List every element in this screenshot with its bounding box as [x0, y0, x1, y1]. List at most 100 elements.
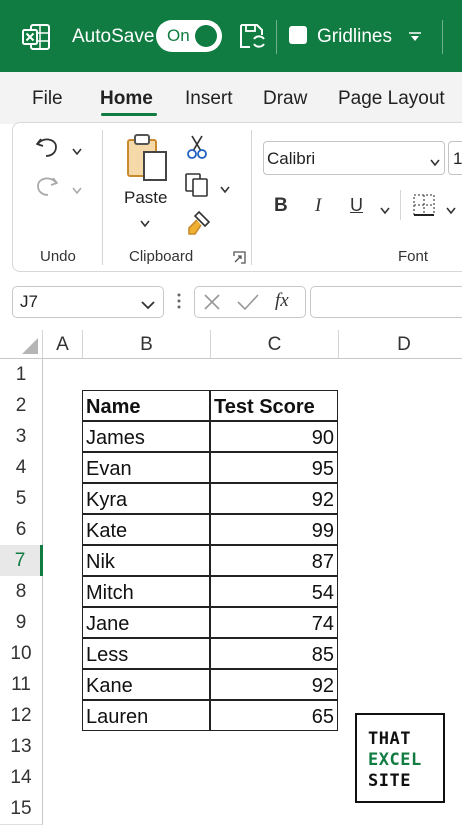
table-header-score[interactable]: Test Score [210, 390, 338, 421]
ribbon-separator [400, 190, 401, 220]
borders-icon[interactable] [412, 193, 436, 222]
autosave-state: On [167, 26, 190, 45]
row-header-selected[interactable]: 7 [0, 545, 43, 577]
customize-dropdown-icon[interactable] [408, 30, 422, 48]
insert-function-button[interactable]: fx [275, 290, 289, 312]
row-header[interactable]: 3 [0, 421, 43, 453]
row-header[interactable]: 12 [0, 700, 43, 732]
ribbon-tabs: File Home Insert Draw Page Layout [0, 72, 462, 124]
table-cell-name[interactable]: Kyra [82, 483, 210, 514]
more-options-icon[interactable] [176, 292, 182, 315]
undo-icon[interactable] [34, 133, 60, 164]
logo-line-1: THAT [368, 729, 411, 749]
format-painter-icon[interactable] [185, 210, 211, 241]
table-header-name[interactable]: Name [82, 390, 210, 421]
row-header[interactable]: 2 [0, 390, 43, 422]
table-cell-name[interactable]: Nik [82, 545, 210, 576]
group-label-clipboard: Clipboard [129, 248, 194, 265]
save-sync-icon[interactable] [238, 22, 266, 55]
ribbon-separator [251, 130, 252, 265]
table-cell-name[interactable]: Jane [82, 607, 210, 638]
tab-draw[interactable]: Draw [263, 88, 307, 110]
table-cell-score[interactable]: 65 [210, 700, 338, 731]
titlebar-separator [442, 20, 443, 54]
row-header[interactable]: 1 [0, 359, 43, 391]
cancel-icon[interactable] [203, 293, 221, 316]
tab-page-layout[interactable]: Page Layout [338, 88, 445, 110]
toggle-knob [195, 25, 217, 47]
title-bar: AutoSave On Gridlines [0, 0, 462, 72]
tab-file[interactable]: File [32, 88, 63, 110]
chevron-down-icon [141, 297, 155, 315]
name-box-value: J7 [20, 292, 38, 311]
tab-insert[interactable]: Insert [185, 88, 233, 110]
row-header[interactable]: 11 [0, 669, 43, 701]
autosave-toggle[interactable]: On [156, 20, 222, 52]
undo-dropdown-icon[interactable] [72, 143, 82, 161]
redo-dropdown-icon[interactable] [72, 182, 82, 200]
table-cell-score[interactable]: 74 [210, 607, 338, 638]
italic-button[interactable]: I [315, 195, 321, 217]
row-header[interactable]: 9 [0, 607, 43, 639]
row-header[interactable]: 5 [0, 483, 43, 515]
row-header[interactable]: 4 [0, 452, 43, 484]
gridlines-checkbox[interactable] [289, 26, 307, 44]
table-cell-name[interactable]: Kate [82, 514, 210, 545]
dialog-launcher-icon[interactable] [233, 251, 246, 269]
font-size-value: 1 [453, 149, 462, 168]
table-cell-name[interactable]: Kane [82, 669, 210, 700]
table-cell-score[interactable]: 92 [210, 669, 338, 700]
font-size-dropdown[interactable]: 1 [448, 141, 462, 175]
table-cell-name[interactable]: Lauren [82, 700, 210, 731]
logo-line-2: EXCEL [368, 750, 422, 770]
row-header[interactable]: 8 [0, 576, 43, 608]
excel-logo-icon[interactable] [22, 24, 50, 55]
table-cell-score[interactable]: 87 [210, 545, 338, 576]
table-cell-score[interactable]: 99 [210, 514, 338, 545]
row-header[interactable]: 15 [0, 793, 43, 825]
paste-button-label[interactable]: Paste [124, 188, 167, 208]
row-header[interactable]: 14 [0, 762, 43, 794]
row-header[interactable]: 13 [0, 731, 43, 763]
column-header-b[interactable]: B [83, 330, 211, 359]
redo-icon[interactable] [34, 172, 60, 203]
table-cell-score[interactable]: 95 [210, 452, 338, 483]
table-cell-score[interactable]: 54 [210, 576, 338, 607]
bold-button[interactable]: B [274, 195, 288, 217]
font-name-value: Calibri [267, 149, 316, 168]
copy-icon[interactable] [184, 172, 210, 203]
font-name-dropdown[interactable]: Calibri [263, 141, 445, 175]
that-excel-site-logo: THAT EXCEL SITE [355, 713, 445, 803]
table-cell-score[interactable]: 90 [210, 421, 338, 452]
table-cell-name[interactable]: James [82, 421, 210, 452]
name-box[interactable]: J7 [12, 286, 164, 318]
row-header[interactable]: 10 [0, 638, 43, 670]
table-cell-name[interactable]: Evan [82, 452, 210, 483]
paste-icon[interactable] [124, 132, 170, 189]
autosave-label: AutoSave [72, 26, 155, 47]
enter-icon[interactable] [237, 293, 259, 316]
select-all-corner[interactable] [0, 330, 43, 359]
table-cell-name[interactable]: Mitch [82, 576, 210, 607]
underline-dropdown-icon[interactable] [380, 202, 390, 220]
column-header-a[interactable]: A [43, 330, 83, 359]
gridlines-label: Gridlines [317, 26, 392, 47]
titlebar-separator [276, 20, 277, 54]
group-label-undo: Undo [40, 248, 76, 265]
table-cell-score[interactable]: 92 [210, 483, 338, 514]
group-label-font: Font [398, 248, 429, 265]
cut-icon[interactable] [186, 134, 208, 165]
formula-controls: fx [194, 286, 306, 318]
paste-dropdown-icon[interactable] [140, 215, 150, 233]
formula-input[interactable] [310, 286, 462, 318]
table-cell-name[interactable]: Less [82, 638, 210, 669]
copy-dropdown-icon[interactable] [220, 181, 230, 199]
table-cell-score[interactable]: 85 [210, 638, 338, 669]
row-header[interactable]: 6 [0, 514, 43, 546]
underline-button[interactable]: U [350, 195, 363, 216]
chevron-down-icon [430, 154, 440, 172]
tab-home[interactable]: Home [100, 88, 153, 110]
borders-dropdown-icon[interactable] [446, 202, 456, 220]
column-header-c[interactable]: C [211, 330, 339, 359]
column-header-d[interactable]: D [339, 330, 462, 359]
